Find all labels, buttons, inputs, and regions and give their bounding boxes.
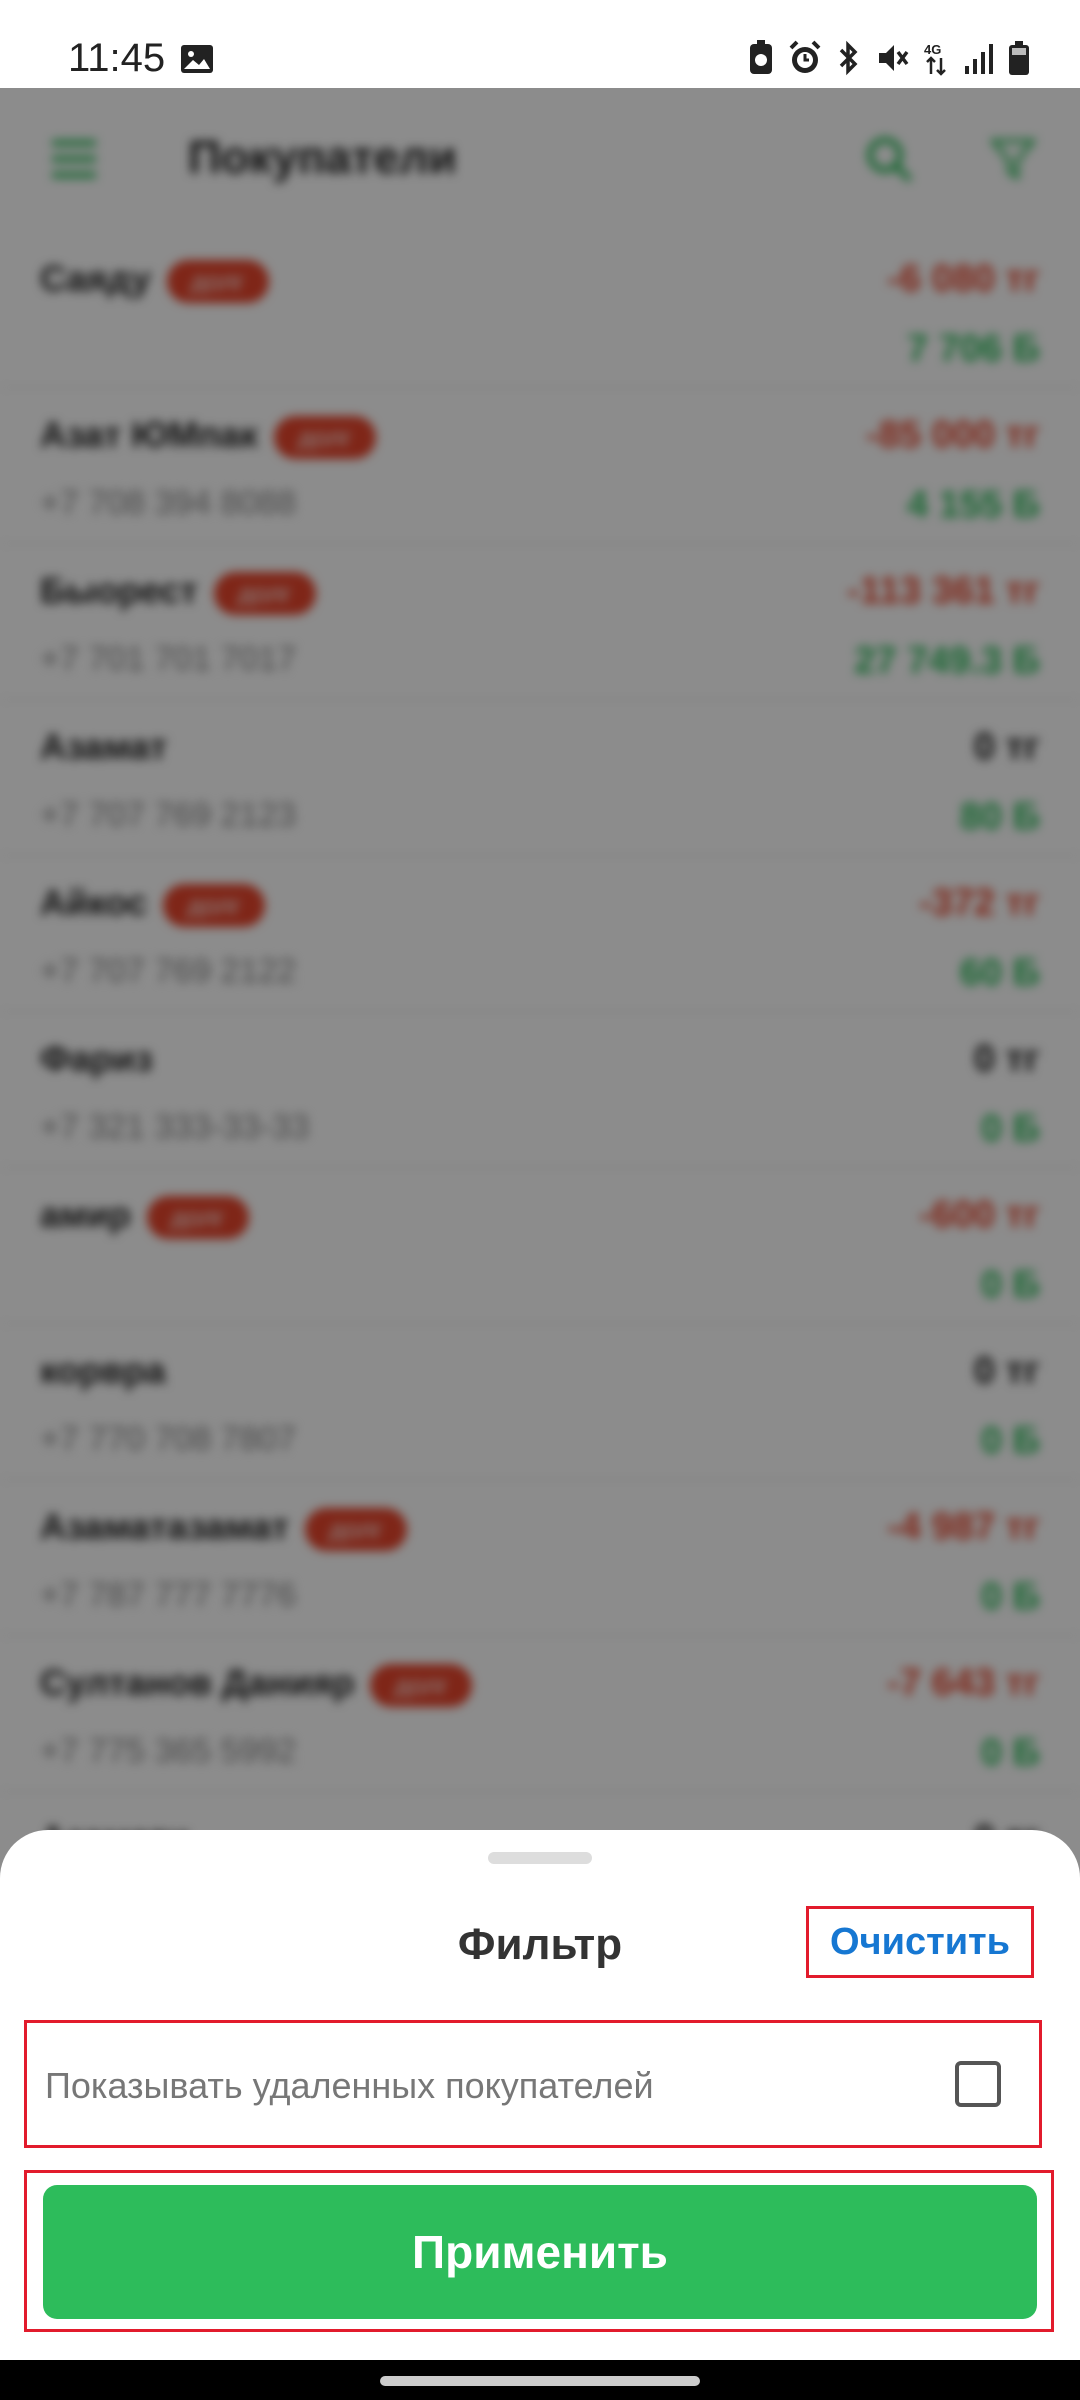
filter-bottom-sheet: Фильтр Очистить Показывать удаленных пок… bbox=[0, 1830, 1080, 2360]
signal-icon bbox=[965, 44, 993, 74]
status-bar: 11:45 4G bbox=[0, 0, 1080, 88]
show-deleted-checkbox[interactable] bbox=[955, 2061, 1001, 2107]
apply-button[interactable]: Применить bbox=[43, 2185, 1037, 2319]
navigation-bar bbox=[0, 2360, 1080, 2400]
drag-handle[interactable] bbox=[488, 1852, 592, 1864]
bluetooth-icon bbox=[839, 40, 858, 76]
show-deleted-label: Показывать удаленных покупателей bbox=[45, 2065, 654, 2106]
battery-saver-icon bbox=[750, 40, 772, 74]
status-time: 11:45 bbox=[68, 36, 166, 80]
status-icons: 4G bbox=[748, 40, 1030, 76]
svg-text:4G: 4G bbox=[924, 42, 941, 57]
alarm-icon bbox=[789, 40, 821, 73]
clear-button[interactable]: Очистить bbox=[806, 1906, 1034, 1978]
network-4g-icon: 4G bbox=[924, 42, 946, 76]
apply-button-container: Применить bbox=[24, 2170, 1054, 2332]
battery-icon bbox=[1009, 41, 1029, 75]
gallery-icon bbox=[181, 45, 213, 73]
show-deleted-option[interactable]: Показывать удаленных покупателей bbox=[24, 2020, 1042, 2148]
mute-icon bbox=[879, 45, 909, 71]
home-indicator[interactable] bbox=[380, 2376, 700, 2386]
